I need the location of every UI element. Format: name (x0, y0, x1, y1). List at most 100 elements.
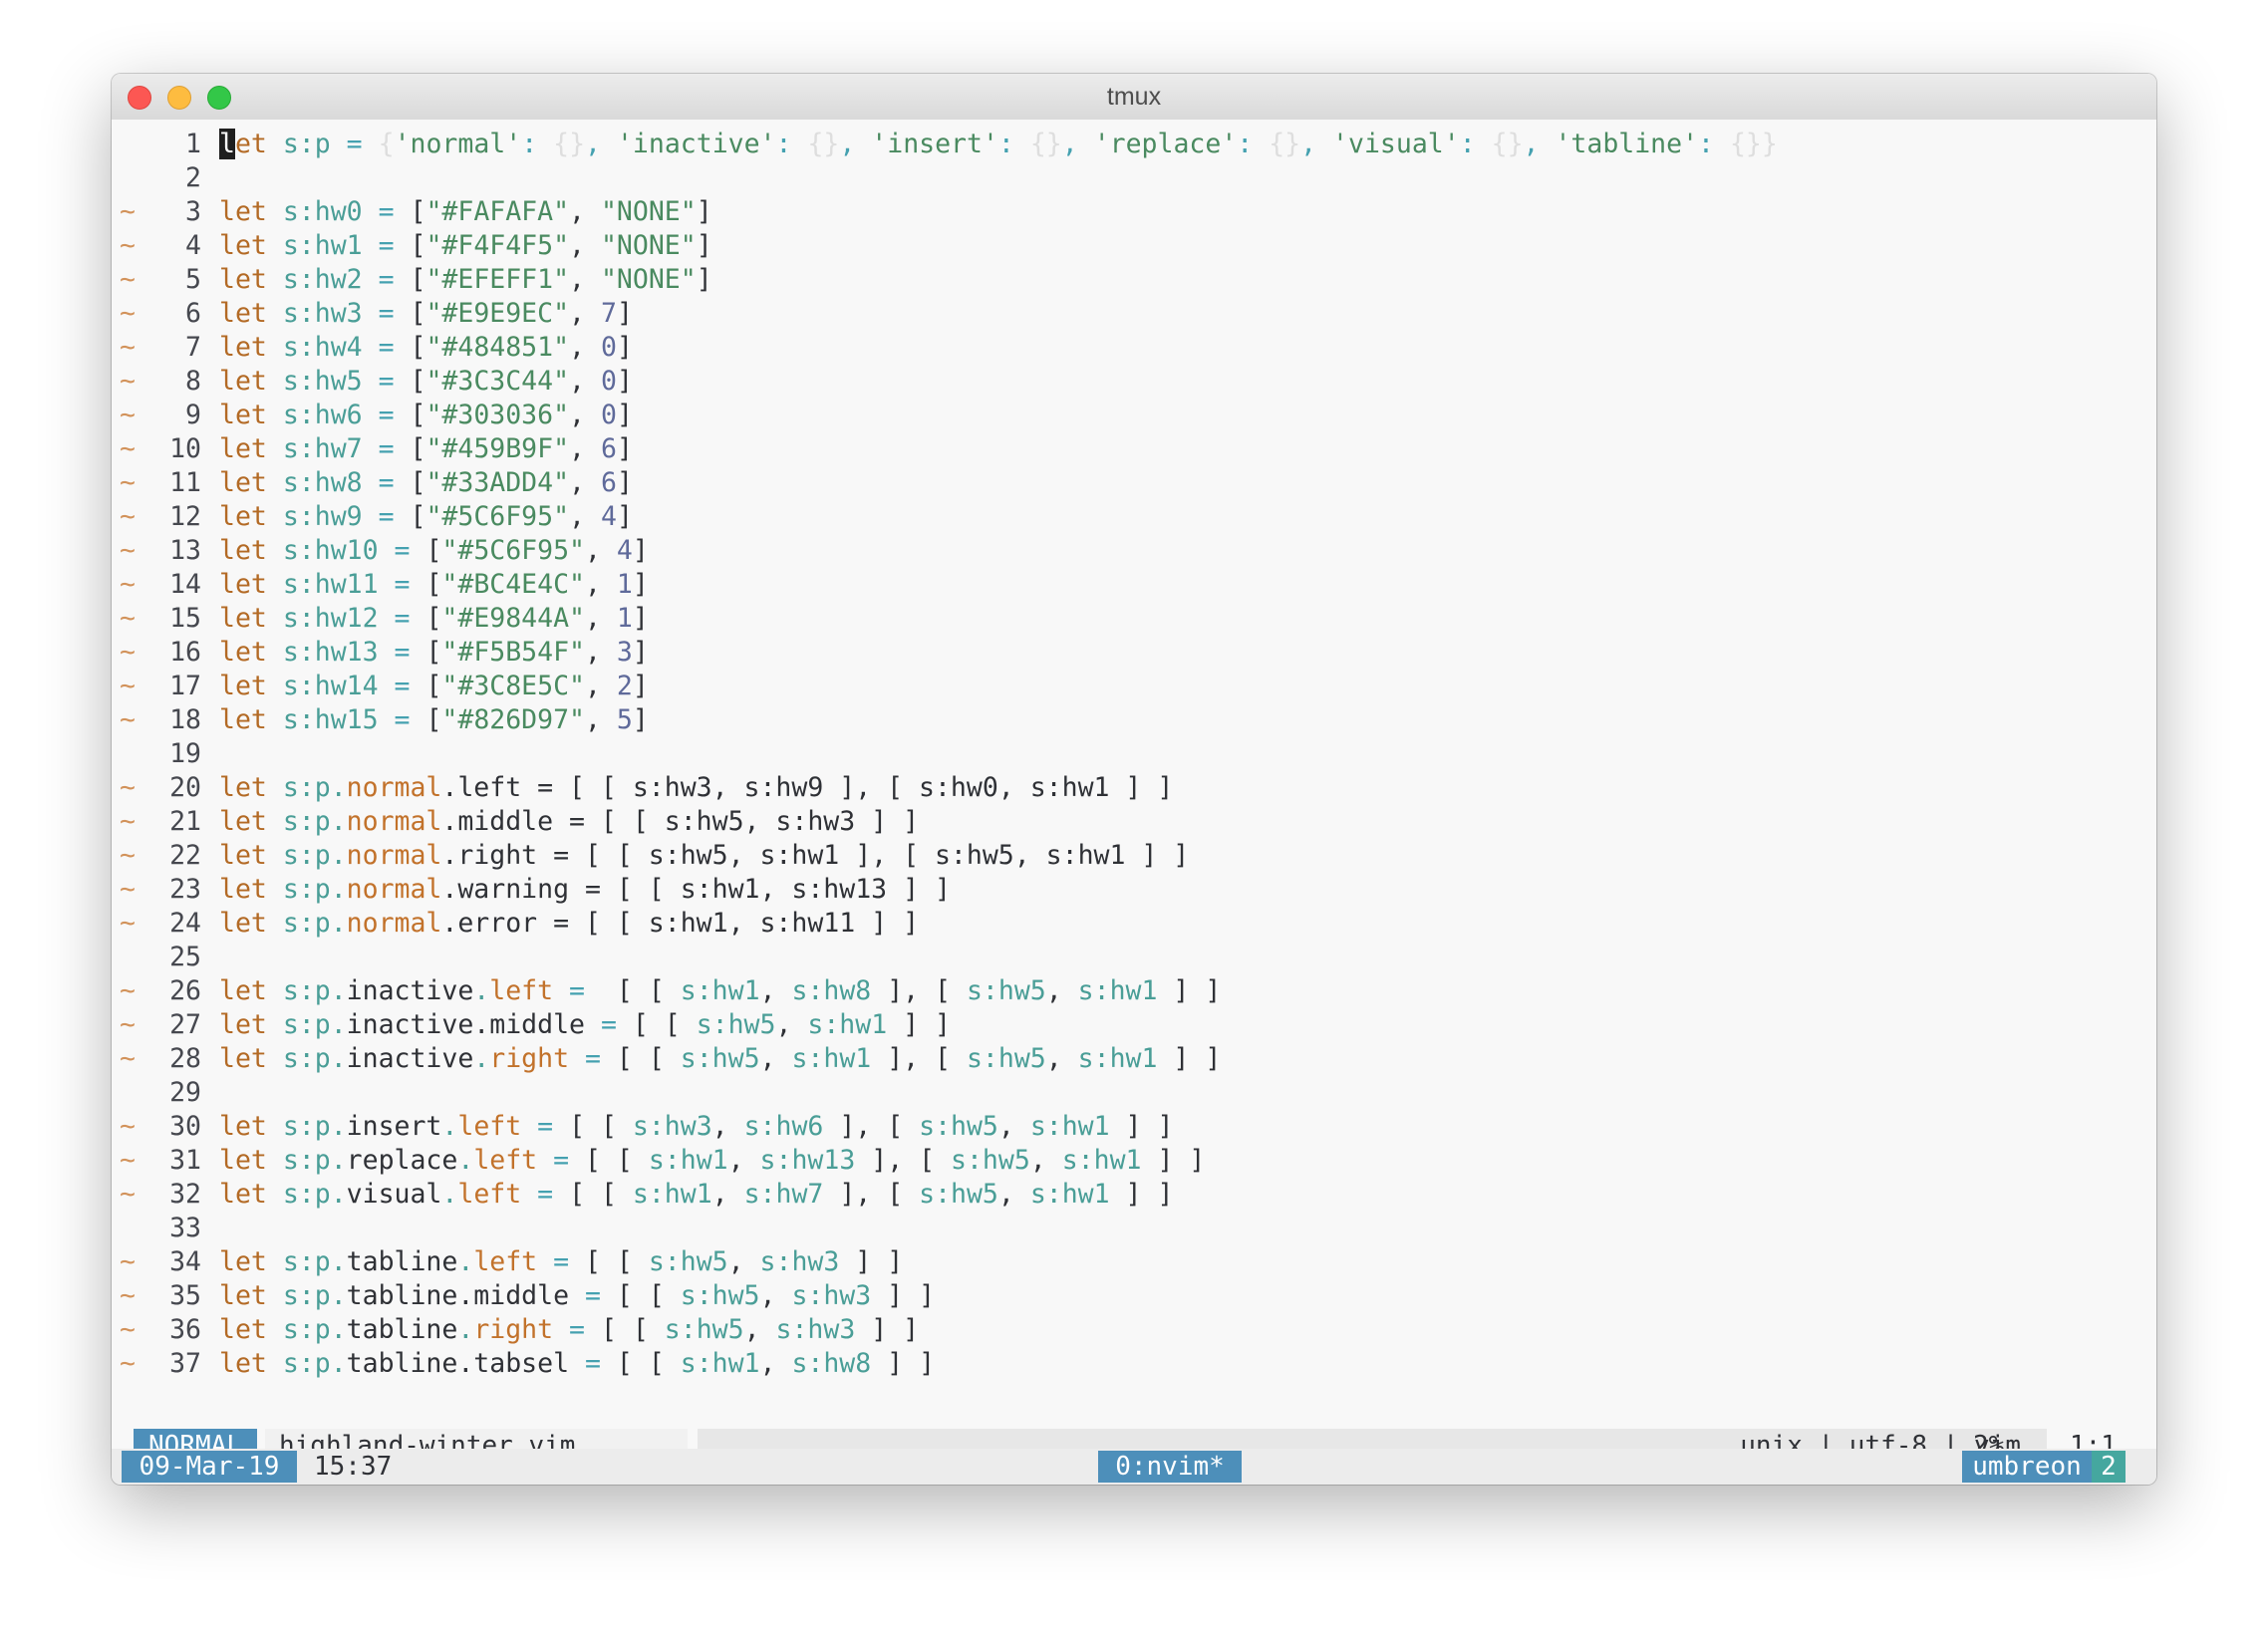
code-token: ] ] (839, 1246, 904, 1277)
code-token: .left = [ [ s:hw3, s:hw9 ], [ s:hw0, s:h… (441, 772, 1174, 803)
code-token: 'inactive' (616, 129, 776, 159)
code-token: : (1459, 129, 1492, 159)
code-token: 'replace' (1093, 129, 1238, 159)
code-token: , (727, 1246, 760, 1277)
code-token: s:hw1 (680, 1348, 760, 1379)
code-token: . (457, 1246, 474, 1277)
code-token: left (457, 1179, 522, 1210)
editor-buffer[interactable]: 1 let s:p = {'normal': {}, 'inactive': {}… (112, 120, 2156, 1449)
code-token: s:hw1 (266, 230, 379, 261)
code-token: "#3C3C44" (425, 366, 570, 397)
code-token: [ (410, 400, 426, 430)
line-number: 5 (185, 264, 201, 295)
code-token: , (569, 230, 601, 261)
code-token: inactive (346, 975, 474, 1006)
line-number: 8 (185, 366, 201, 397)
code-token: , (743, 1314, 776, 1345)
code-token: , (585, 535, 617, 566)
code-token: [ (410, 366, 426, 397)
code-token: s:hw8 (266, 467, 379, 498)
code-token: [ [ (585, 1246, 649, 1277)
line-number: 30 (169, 1111, 201, 1142)
code-token: = (378, 230, 411, 261)
code-token: ] ] (1141, 1145, 1206, 1176)
code-token: = (394, 603, 426, 634)
tmux-window-tab[interactable]: 0:nvim* (1098, 1451, 1242, 1483)
code-token: . (457, 1314, 474, 1345)
code-token: let (219, 467, 267, 498)
code-token: s:p. (266, 1043, 347, 1074)
code-text: let s:hw1 = ["#F4F4F5", "NONE"] (219, 229, 712, 263)
code-token: ] ] (1109, 1111, 1174, 1142)
code-token: 4 (616, 535, 633, 566)
code-token: let (219, 400, 267, 430)
code-token: ], [ (823, 1111, 920, 1142)
code-token: let (219, 569, 267, 600)
code-token: s:p. (266, 1314, 347, 1345)
diff-marker: ~ (120, 569, 136, 600)
code-token: .middle = [ [ s:hw5, s:hw3 ] ] (441, 806, 920, 837)
code-token: s:p. (266, 1179, 347, 1210)
code-token: ] (616, 467, 633, 498)
line-number: 31 (169, 1145, 201, 1176)
code-token: 1 (616, 603, 633, 634)
code-token: : (775, 129, 808, 159)
code-token: s:p. (266, 1280, 347, 1311)
code-token: let (219, 1280, 267, 1311)
code-token: . (473, 1043, 490, 1074)
code-token: s:hw13 (266, 637, 395, 668)
code-token: ] (616, 400, 633, 430)
code-token: , (759, 1043, 792, 1074)
line-number: 17 (169, 671, 201, 701)
code-token: , (759, 1348, 792, 1379)
code-token: ] ] (1109, 1179, 1174, 1210)
code-token: ] (696, 264, 712, 295)
code-token: s:hw5 (680, 1280, 760, 1311)
code-token: , (585, 671, 617, 701)
code-token: : (997, 129, 1030, 159)
code-token: let (219, 366, 267, 397)
code-token: s:hw1 (791, 1043, 872, 1074)
code-token: 'tabline' (1555, 129, 1699, 159)
code-token: ], [ (855, 1145, 952, 1176)
tmux-hostname: umbreon (1962, 1451, 2092, 1483)
code-token: [ (410, 467, 426, 498)
code-token: inactive.middle (346, 1009, 585, 1040)
diff-marker: ~ (120, 806, 136, 837)
code-token: s:hw5 (966, 975, 1046, 1006)
code-token: , (1061, 129, 1094, 159)
line-number: 37 (169, 1348, 201, 1379)
code-token: visual (346, 1179, 442, 1210)
diff-marker: ~ (120, 1179, 136, 1210)
diff-marker: ~ (120, 400, 136, 430)
diff-marker: ~ (120, 874, 136, 905)
code-token: replace (346, 1145, 458, 1176)
diff-marker: ~ (120, 433, 136, 464)
code-token: "#E9E9EC" (425, 298, 570, 329)
code-token: s:hw7 (743, 1179, 824, 1210)
code-token: s:hw1 (1029, 1111, 1110, 1142)
code-token: , (711, 1179, 744, 1210)
code-token: [ (410, 264, 426, 295)
code-token: s:p. (266, 1348, 347, 1379)
code-token: ], [ (871, 975, 967, 1006)
code-token: normal (346, 772, 442, 803)
code-token: , (585, 704, 617, 735)
code-token: , (585, 637, 617, 668)
code-token: let (219, 535, 267, 566)
code-token: ] (616, 298, 633, 329)
code-token: , (569, 366, 601, 397)
code-token: , (569, 433, 601, 464)
code-token: , (759, 1280, 792, 1311)
title-bar[interactable]: tmux (112, 74, 2156, 121)
code-token: = (394, 535, 426, 566)
code-token: "#EFEFF1" (425, 264, 570, 295)
code-token: = (378, 298, 411, 329)
tmux-status-bar: 09-Mar-19 15:37 0:nvim* umbreon 2 (112, 1449, 2156, 1485)
code-token: s:p. (266, 1246, 347, 1277)
code-token: [ [ (616, 975, 681, 1006)
code-token: s:p. (266, 772, 347, 803)
code-token: ] (696, 196, 712, 227)
code-token: insert (346, 1111, 442, 1142)
code-text: let s:p.normal.middle = [ [ s:hw5, s:hw3… (219, 805, 919, 839)
